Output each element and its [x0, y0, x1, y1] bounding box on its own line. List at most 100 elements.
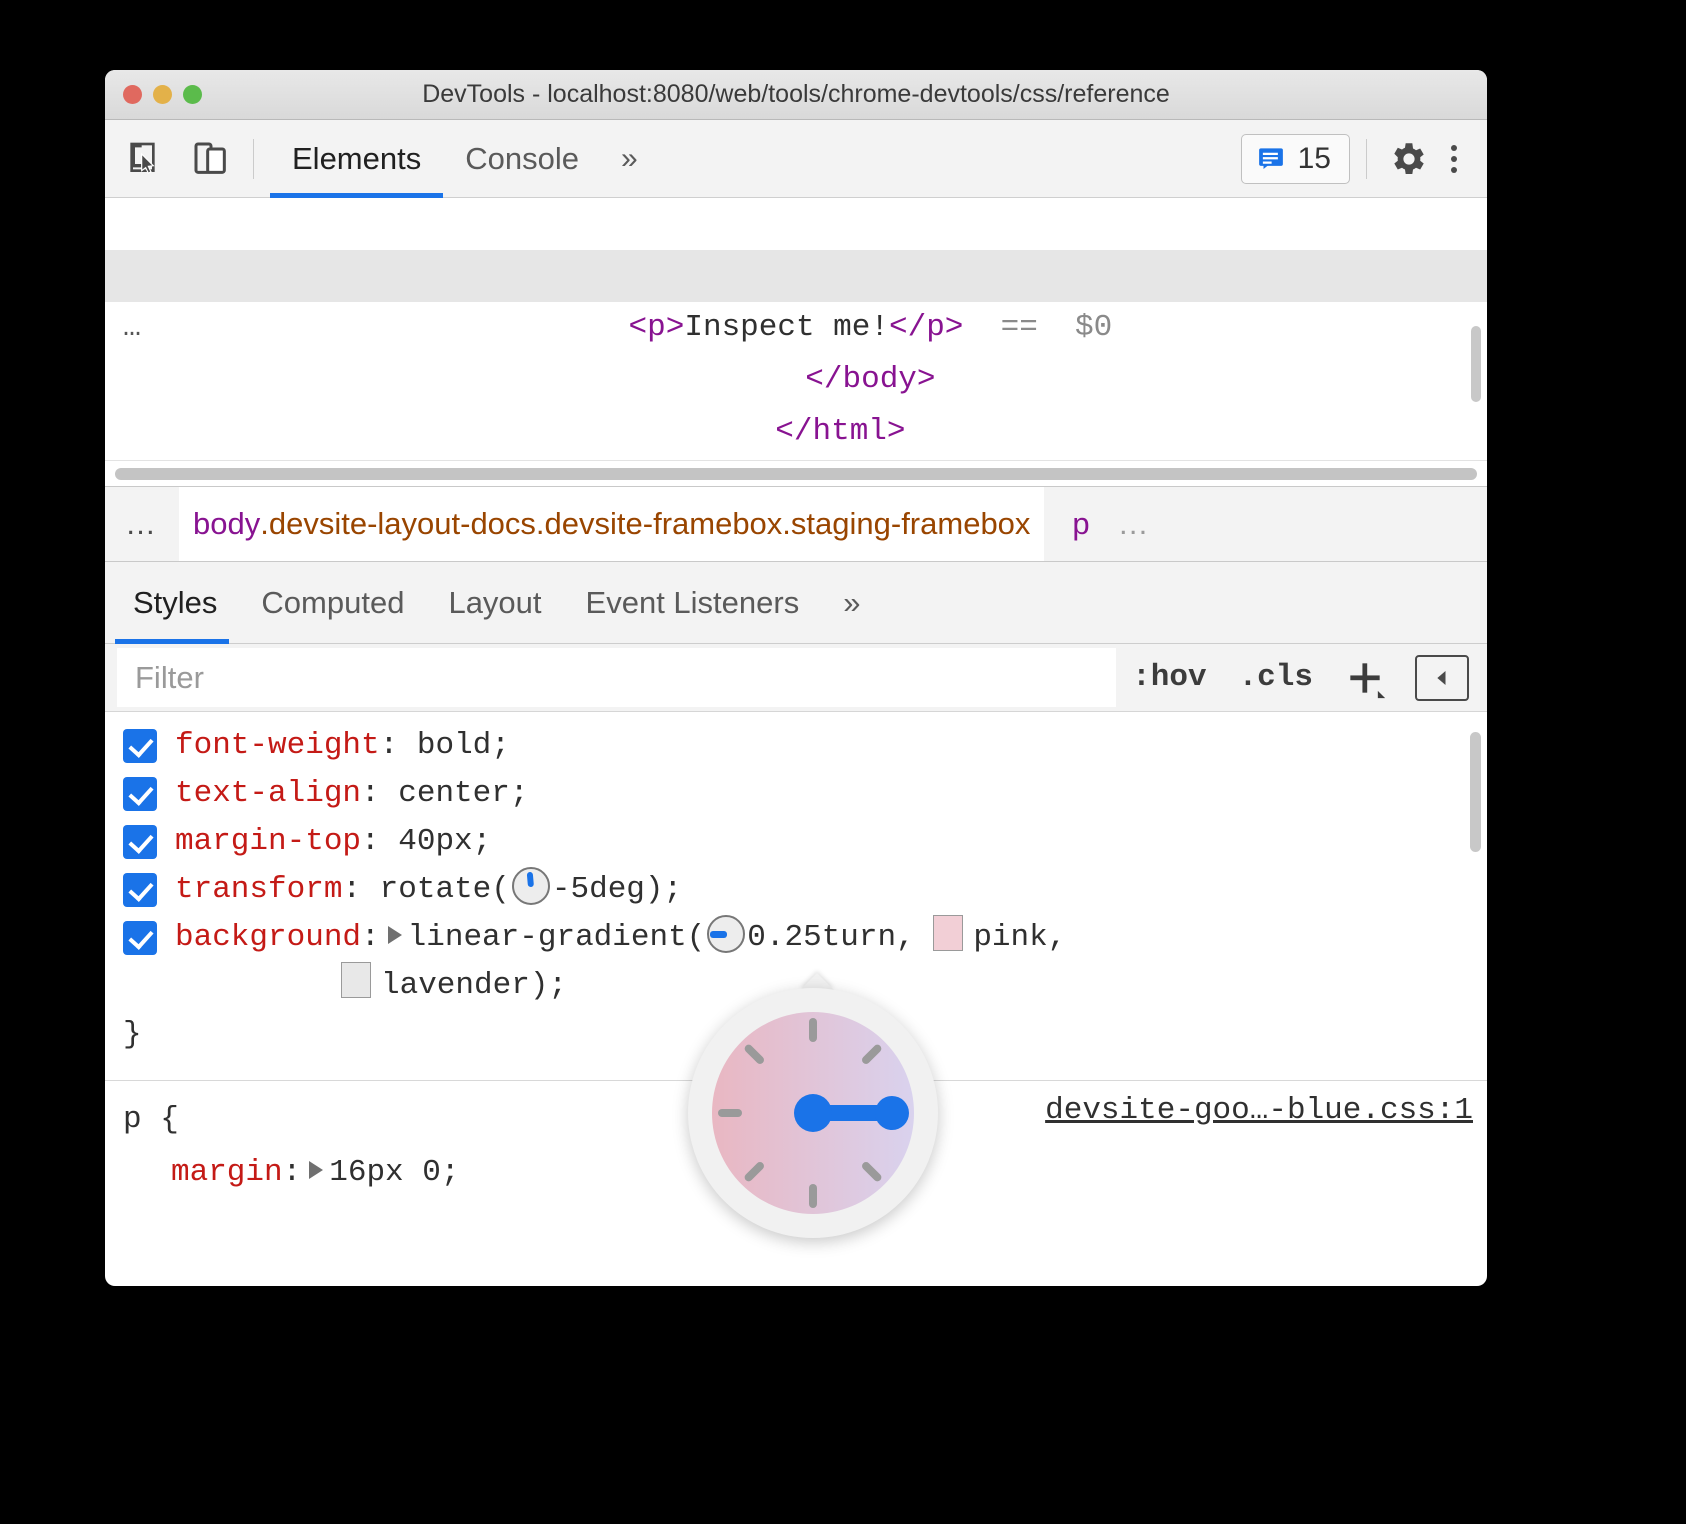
styles-vertical-scrollbar[interactable]	[1470, 732, 1481, 852]
breadcrumb-overflow[interactable]: …	[105, 506, 179, 542]
gradient-color-1[interactable]: pink	[973, 920, 1047, 955]
toolbar-right-group: 15	[1241, 133, 1487, 185]
dom-horizontal-scrollbar-track	[105, 460, 1487, 486]
toggle-sidebar-icon[interactable]	[1415, 655, 1469, 701]
expand-triangle-icon[interactable]	[309, 1161, 323, 1179]
declaration-row[interactable]: text-align: center;	[105, 770, 1487, 818]
declaration-row[interactable]: font-weight: bold;	[105, 722, 1487, 770]
dial-tick	[809, 1018, 817, 1042]
rotate-function-prefix: rotate(	[380, 872, 510, 907]
styles-more-tabs-icon[interactable]: »	[821, 562, 882, 644]
dial-tick	[860, 1043, 883, 1066]
declaration-checkbox[interactable]	[123, 729, 157, 763]
html-close-tag: </html>	[775, 414, 905, 449]
new-style-rule-button[interactable]	[1329, 656, 1405, 700]
dom-row-ellipsis[interactable]: …	[123, 302, 143, 354]
property-name[interactable]: transform	[175, 872, 342, 907]
property-name[interactable]: font-weight	[175, 728, 380, 763]
dial-tick	[743, 1043, 766, 1066]
angle-clock-icon-rotate[interactable]	[512, 867, 550, 905]
dial-tick	[809, 1184, 817, 1208]
window-title: DevTools - localhost:8080/web/tools/chro…	[105, 80, 1487, 109]
property-name[interactable]: margin-top	[175, 824, 361, 859]
stylesheet-source-link[interactable]: devsite-goo…-blue.css:1	[1045, 1093, 1473, 1128]
p-text-content: Inspect me!	[684, 310, 889, 345]
dom-tree-pane: <style>…</style> …<p>Inspect me!</p> == …	[105, 198, 1487, 460]
declaration-row[interactable]: margin-top: 40px;	[105, 818, 1487, 866]
declaration-row[interactable]: background:linear-gradient(0.25turn, pin…	[105, 914, 1487, 962]
tab-computed[interactable]: Computed	[239, 562, 426, 644]
dom-line-style[interactable]: <style>…</style>	[105, 198, 1487, 250]
message-count-label: 15	[1298, 142, 1331, 176]
declaration-checkbox[interactable]	[123, 777, 157, 811]
filter-input[interactable]	[117, 648, 1116, 707]
gradient-turn-value[interactable]: 0.25turn,	[747, 920, 933, 955]
p-tag-close: </p>	[889, 310, 963, 345]
tab-elements[interactable]: Elements	[270, 120, 443, 198]
more-options-icon[interactable]	[1435, 135, 1473, 183]
breadcrumb-body-classes: .devsite-layout-docs.devsite-framebox.st…	[260, 506, 1030, 542]
color-swatch-lavender[interactable]	[341, 962, 371, 998]
hov-toggle-button[interactable]: :hov	[1116, 660, 1222, 695]
tab-styles[interactable]: Styles	[105, 562, 239, 644]
toolbar-divider	[253, 139, 254, 179]
window-titlebar: DevTools - localhost:8080/web/tools/chro…	[105, 70, 1487, 120]
rotate-angle-value[interactable]: -5deg);	[552, 872, 682, 907]
breadcrumb-item-p[interactable]: p	[1044, 506, 1117, 542]
more-tabs-icon[interactable]: »	[601, 120, 658, 198]
breadcrumb: … body.devsite-layout-docs.devsite-frame…	[105, 486, 1487, 562]
expand-triangle-icon[interactable]	[388, 926, 402, 944]
declaration-checkbox[interactable]	[123, 873, 157, 907]
dial-tick	[743, 1160, 766, 1183]
plus-icon	[1343, 656, 1387, 700]
dom-equals: ==	[963, 310, 1075, 345]
angle-picker-hub	[794, 1094, 832, 1132]
toolbar-divider-2	[1366, 139, 1367, 179]
close-window-button[interactable]	[123, 85, 142, 104]
property-name[interactable]: text-align	[175, 776, 361, 811]
dom-dollar-zero: $0	[1075, 310, 1112, 345]
inspect-element-icon[interactable]	[119, 133, 171, 185]
p-tag-open: <p>	[629, 310, 685, 345]
dom-vertical-scrollbar[interactable]	[1471, 326, 1481, 402]
angle-clock-icon-gradient[interactable]	[707, 915, 745, 953]
declaration-checkbox[interactable]	[123, 921, 157, 955]
gear-icon[interactable]	[1383, 133, 1435, 185]
message-bubble-icon	[1256, 144, 1286, 174]
devtools-toolbar: Elements Console » 15	[105, 120, 1487, 198]
property-name[interactable]: background	[175, 920, 361, 955]
angle-picker-popover[interactable]	[688, 988, 938, 1238]
tab-event-listeners[interactable]: Event Listeners	[564, 562, 822, 644]
gradient-function-prefix: linear-gradient(	[408, 920, 706, 955]
dial-tick	[860, 1160, 883, 1183]
styles-panel-tabs: Styles Computed Layout Event Listeners »	[105, 562, 1487, 644]
declaration-checkbox[interactable]	[123, 825, 157, 859]
screenshot-root: DevTools - localhost:8080/web/tools/chro…	[0, 0, 1686, 1524]
color-swatch-pink[interactable]	[933, 915, 963, 951]
tab-layout[interactable]: Layout	[426, 562, 563, 644]
property-value[interactable]: center	[398, 776, 510, 811]
message-count-badge[interactable]: 15	[1241, 134, 1350, 184]
styles-filter-row: :hov .cls	[105, 644, 1487, 712]
gradient-color-2[interactable]: lavender	[381, 962, 530, 1010]
zoom-window-button[interactable]	[183, 85, 202, 104]
cls-toggle-button[interactable]: .cls	[1223, 660, 1329, 695]
property-name[interactable]: margin	[171, 1155, 283, 1190]
declaration-row[interactable]: transform: rotate(-5deg);	[105, 866, 1487, 914]
tab-console[interactable]: Console	[443, 120, 601, 198]
property-value[interactable]: 16px 0	[329, 1155, 441, 1190]
dom-line-p-selected[interactable]: …<p>Inspect me!</p> == $0	[105, 250, 1487, 302]
breadcrumb-trailing-overflow[interactable]: …	[1118, 506, 1152, 542]
dial-tick	[718, 1109, 742, 1117]
property-value[interactable]: 40px	[398, 824, 472, 859]
device-toolbar-icon[interactable]	[185, 133, 237, 185]
window-controls	[123, 85, 202, 104]
angle-picker-dial[interactable]	[712, 1012, 914, 1214]
filter-buttons-group: :hov .cls	[1116, 644, 1487, 711]
dom-horizontal-scrollbar[interactable]	[115, 468, 1477, 480]
angle-picker-handle[interactable]	[875, 1096, 909, 1130]
breadcrumb-body-tag: body	[193, 506, 260, 542]
minimize-window-button[interactable]	[153, 85, 172, 104]
breadcrumb-item-body[interactable]: body.devsite-layout-docs.devsite-framebo…	[179, 487, 1044, 561]
property-value[interactable]: bold	[417, 728, 491, 763]
